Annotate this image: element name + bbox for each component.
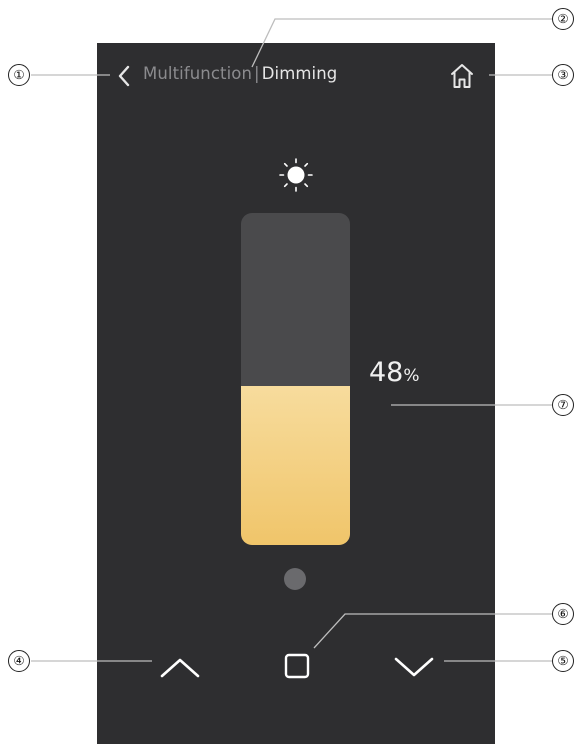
callout-4: ④ [8, 650, 30, 672]
callout-3: ③ [552, 64, 574, 86]
callout-5: ⑤ [552, 650, 574, 672]
callout-1: ① [8, 64, 30, 86]
callout-7: ⑦ [552, 394, 574, 416]
callout-6: ⑥ [552, 603, 574, 625]
callout-2: ② [552, 8, 574, 30]
callout-leader-lines [31, 18, 552, 662]
